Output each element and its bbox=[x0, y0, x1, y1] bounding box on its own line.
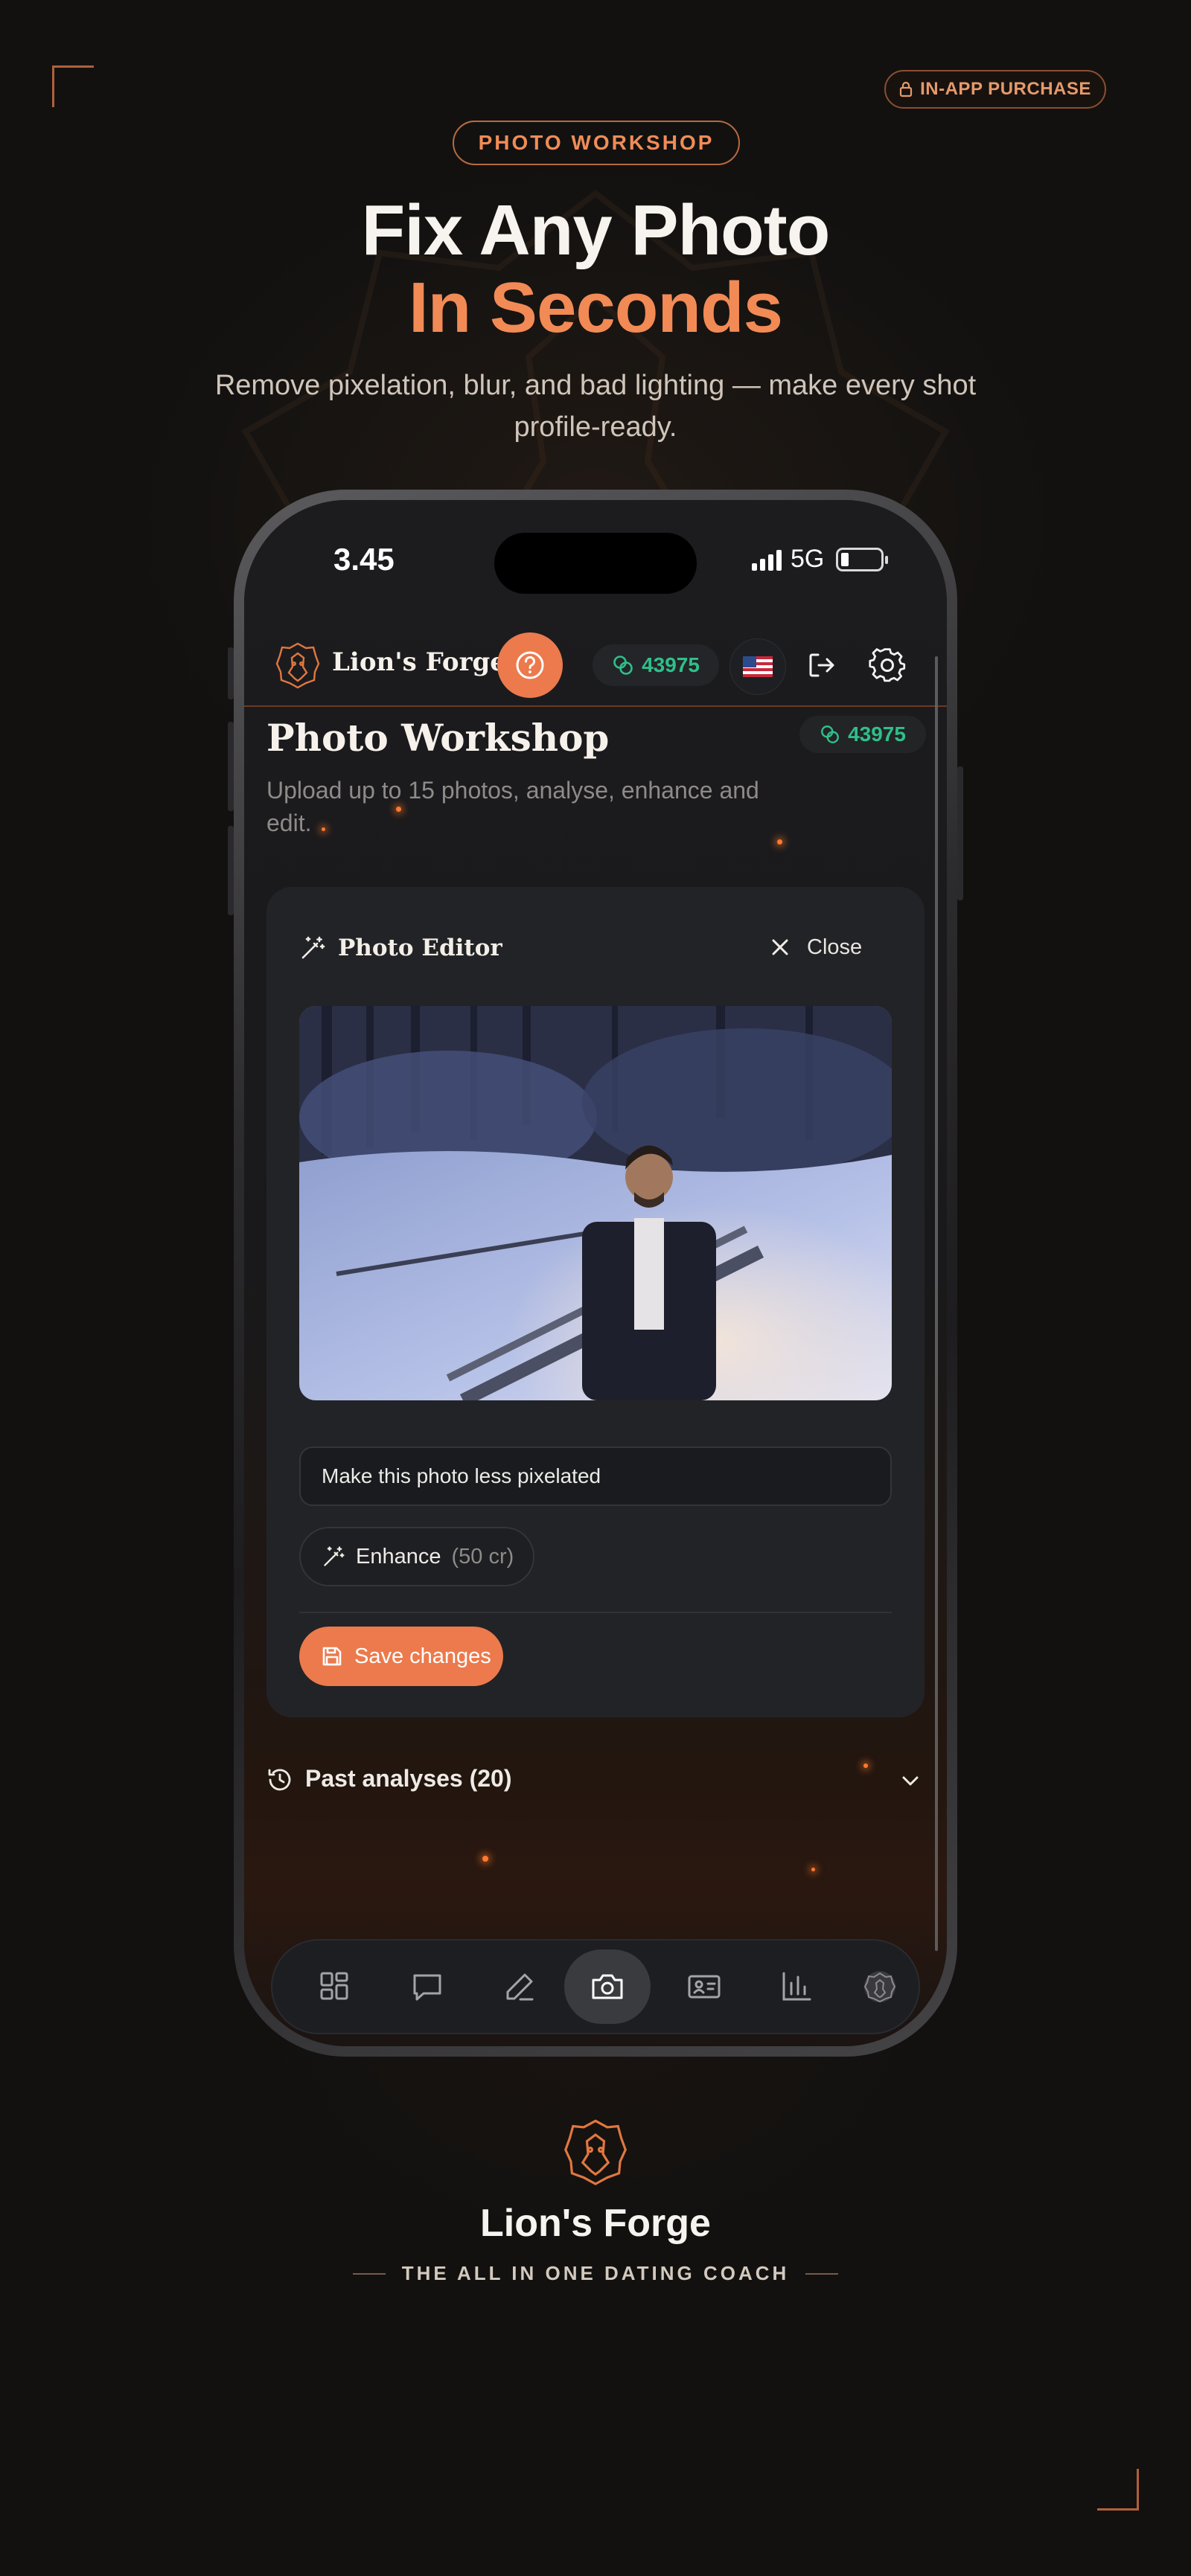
coins-icon bbox=[613, 656, 633, 675]
corner-accent-bottom-right bbox=[1097, 2469, 1139, 2511]
signal-icon bbox=[752, 548, 782, 571]
help-button[interactable] bbox=[497, 632, 563, 698]
settings-gear-icon[interactable] bbox=[868, 646, 907, 685]
nav-photo-workshop[interactable] bbox=[564, 1949, 651, 2024]
divider bbox=[299, 1612, 892, 1613]
bar-chart-icon bbox=[782, 1972, 811, 2001]
phone-side-button bbox=[228, 826, 234, 915]
grid-icon bbox=[320, 1972, 348, 2000]
status-time: 3.45 bbox=[333, 542, 395, 577]
close-button[interactable]: Close bbox=[770, 929, 904, 966]
enhance-button[interactable]: Enhance (50 cr) bbox=[299, 1527, 534, 1586]
history-icon bbox=[268, 1769, 291, 1791]
magic-wand-icon bbox=[301, 936, 325, 959]
credits-pill[interactable]: 43975 bbox=[593, 644, 719, 686]
footer-brand: Lion's Forge bbox=[480, 2202, 711, 2245]
tagline-text: THE ALL IN ONE DATING COACH bbox=[401, 2262, 790, 2284]
close-label: Close bbox=[807, 935, 863, 959]
phone-side-button bbox=[957, 766, 963, 900]
editor-title: Photo Editor bbox=[338, 935, 502, 961]
camera-icon bbox=[592, 1974, 623, 1999]
nav-profile-card[interactable] bbox=[665, 1949, 743, 2024]
in-app-purchase-label: IN-APP PURCHASE bbox=[920, 79, 1091, 99]
nav-chat[interactable] bbox=[389, 1949, 466, 2024]
battery-icon bbox=[836, 547, 889, 571]
hero-title-line2: In Seconds bbox=[408, 268, 783, 347]
lion-avatar-icon bbox=[863, 1971, 896, 2003]
phone-side-button bbox=[228, 647, 234, 699]
credits-value: 43975 bbox=[642, 653, 700, 676]
lion-logo-icon bbox=[275, 642, 320, 689]
tagline-rule-right bbox=[805, 2272, 839, 2275]
ember-particle bbox=[322, 827, 325, 831]
chat-icon bbox=[413, 1974, 441, 2001]
save-icon bbox=[322, 1647, 342, 1666]
coins-icon bbox=[821, 725, 840, 743]
footer-lion-logo-icon bbox=[564, 2119, 627, 2185]
close-icon bbox=[772, 939, 788, 955]
ember-particle bbox=[396, 807, 401, 812]
nav-profile-avatar[interactable] bbox=[841, 1949, 919, 2024]
network-label: 5G bbox=[791, 545, 825, 573]
in-app-purchase-badge: IN-APP PURCHASE bbox=[884, 70, 1106, 109]
phone-screen: 3.45 5G Lion's Forge 43975 Photo Worksho… bbox=[244, 500, 947, 2046]
dynamic-island bbox=[494, 533, 697, 594]
workshop-credits-pill: 43975 bbox=[799, 716, 926, 753]
chevron-down-icon bbox=[902, 1776, 919, 1786]
prompt-input[interactable]: Make this photo less pixelated bbox=[299, 1446, 892, 1506]
magic-wand-icon bbox=[324, 1546, 345, 1566]
workshop-subtitle: Upload up to 15 photos, analyse, enhance… bbox=[266, 777, 759, 836]
question-icon bbox=[516, 651, 544, 679]
lock-icon bbox=[900, 81, 913, 97]
us-flag-icon bbox=[743, 656, 773, 677]
ember-particle bbox=[482, 1856, 488, 1862]
ember-particle bbox=[811, 1868, 815, 1871]
brand-name: Lion's Forge bbox=[332, 647, 506, 677]
scrollbar[interactable] bbox=[935, 656, 938, 1951]
nav-stats[interactable] bbox=[758, 1949, 835, 2024]
past-analyses-toggle[interactable]: Past analyses (20) bbox=[266, 1758, 925, 1802]
corner-accent-top-left bbox=[52, 65, 94, 107]
hero-subtitle: Remove pixelation, blur, and bad lightin… bbox=[214, 370, 977, 443]
section-badge: PHOTO WORKSHOP bbox=[453, 121, 740, 165]
phone-frame: 3.45 5G Lion's Forge 43975 Photo Worksho… bbox=[234, 490, 957, 2057]
nav-write[interactable] bbox=[481, 1949, 558, 2024]
pen-icon bbox=[506, 1973, 534, 2001]
edited-photo[interactable] bbox=[299, 1006, 892, 1400]
app-header: Lion's Forge 43975 bbox=[244, 622, 947, 707]
nav-dashboard[interactable] bbox=[296, 1949, 374, 2024]
photo-editor-card: Photo Editor Close Make this photo less … bbox=[266, 887, 925, 1717]
status-indicators: 5G bbox=[752, 545, 889, 574]
save-changes-button[interactable]: Save changes bbox=[299, 1627, 503, 1686]
workshop-title: Photo Workshop bbox=[266, 716, 610, 760]
ember-particle bbox=[777, 839, 782, 845]
language-button[interactable] bbox=[729, 638, 786, 695]
workshop-credits-value: 43975 bbox=[848, 723, 906, 746]
tagline-rule-left bbox=[352, 2272, 386, 2275]
enhance-label: Enhance bbox=[356, 1544, 441, 1569]
bottom-nav bbox=[271, 1939, 920, 2034]
phone-side-button bbox=[228, 722, 234, 811]
save-label: Save changes bbox=[354, 1644, 491, 1668]
footer-tagline: THE ALL IN ONE DATING COACH bbox=[0, 2262, 1191, 2285]
past-analyses-label: Past analyses (20) bbox=[305, 1765, 512, 1792]
enhance-cost: (50 cr) bbox=[451, 1544, 514, 1569]
id-card-icon bbox=[688, 1975, 721, 1999]
logout-icon[interactable] bbox=[804, 647, 840, 683]
hero-title-line1: Fix Any Photo bbox=[361, 190, 831, 270]
